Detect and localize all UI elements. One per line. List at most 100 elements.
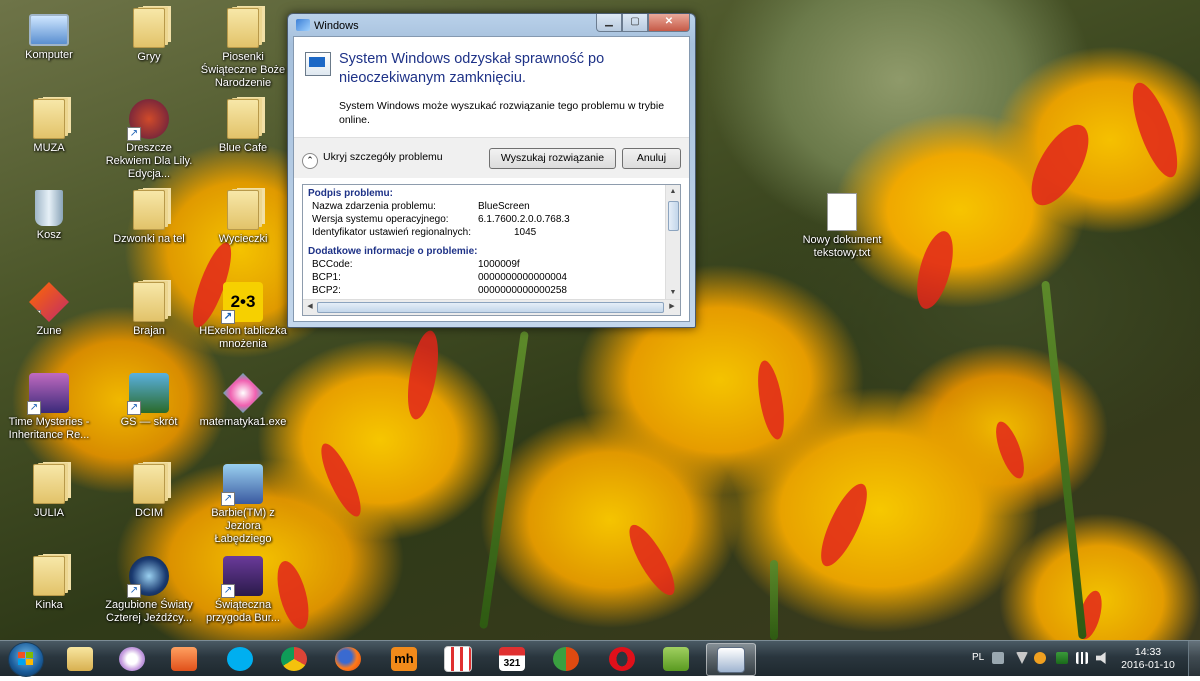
minimize-button[interactable]: ▁: [596, 14, 622, 32]
taskbar-firefox[interactable]: [324, 643, 372, 674]
desktop-icon-gs[interactable]: ↗ GS — skrót: [104, 373, 194, 429]
taskbar-explorer[interactable]: [56, 643, 104, 674]
detail-key: Wersja systemu operacyjnego:: [312, 214, 449, 225]
search-solution-button[interactable]: Wyszukaj rozwiązanie: [489, 148, 616, 169]
desktop-icon-zagubione[interactable]: ↗ Zagubione Światy Czterej Jeźdźcy...: [104, 556, 194, 625]
tulip-streak: [314, 439, 368, 521]
desktop-icon-label: Dzwonki na tel: [113, 233, 185, 245]
show-hidden-icons[interactable]: [1016, 652, 1028, 664]
desktop-icon-barbie[interactable]: ↗ Barbie(TM) z Jeziora Łabędziego: [198, 464, 288, 546]
taskbar-refresh-app[interactable]: [542, 643, 590, 674]
taskbar-active-window[interactable]: [706, 643, 756, 676]
maximize-button[interactable]: ▢: [622, 14, 648, 32]
toggle-details-button[interactable]: ⌃ Ukryj szczegóły problemu: [302, 151, 443, 169]
desktop-icon-label: Świąteczna przygoda Bur...: [206, 599, 280, 624]
system-clock[interactable]: 14:33 2016-01-10: [1118, 646, 1178, 672]
refresh-app-icon: [553, 646, 579, 671]
close-button[interactable]: ✕: [648, 14, 690, 32]
desktop-icon-label: JULIA: [34, 507, 64, 519]
desktop-icon-muza[interactable]: MUZA: [4, 99, 94, 155]
desktop-icon-blue-cafe[interactable]: Blue Cafe: [198, 99, 288, 155]
detail-key: Identyfikator ustawień regionalnych:: [312, 227, 471, 238]
main-instruction: System Windows odzyskał sprawność po nie…: [339, 51, 605, 86]
start-button[interactable]: [8, 642, 44, 677]
desktop-icon-julia[interactable]: JULIA: [4, 464, 94, 520]
taskbar-calendar[interactable]: 321: [488, 643, 536, 674]
desktop-icon-dcim[interactable]: DCIM: [104, 464, 194, 520]
desktop-icon-label: GS — skrót: [120, 416, 178, 428]
toggle-details-label: Ukryj szczegóły problemu: [323, 151, 443, 163]
desktop-icon-wycieczki[interactable]: Wycieczki: [198, 190, 288, 246]
desktop-icon-label: HExelon tabliczka mnożenia: [199, 325, 287, 350]
taskbar-itunes[interactable]: [108, 643, 156, 674]
action-center-flag-icon[interactable]: [1056, 652, 1068, 664]
folder-icon: [33, 556, 65, 596]
windows-recovery-dialog[interactable]: Windows ▁ ▢ ✕ System Windows odzyskał sp…: [287, 13, 696, 328]
tulip-stem: [479, 330, 529, 630]
scroll-up-icon[interactable]: ▲: [666, 185, 680, 198]
app-glyph-text: 2•3: [230, 292, 256, 311]
dialog-titlebar[interactable]: Windows: [296, 19, 359, 32]
taskbar-mh[interactable]: mh: [380, 643, 428, 674]
folder-icon: [227, 190, 259, 230]
desktop-icon-zune[interactable]: ↗ Zune: [4, 282, 94, 338]
network-signal-icon[interactable]: [1076, 652, 1088, 664]
scroll-left-icon[interactable]: ◀: [303, 300, 317, 313]
taskbar-media-monkey[interactable]: [652, 643, 700, 674]
taskbar-apps-grid[interactable]: [434, 643, 482, 674]
detail-row: BCP1: 0000000000000004: [308, 271, 670, 284]
detail-row: Wersja systemu operacyjnego: 6.1.7600.2.0…: [308, 213, 670, 226]
desktop-icon-label: Komputer: [25, 49, 73, 61]
desktop-icon-nowy-dokument[interactable]: Nowy dokument tekstowy.txt: [797, 193, 887, 260]
desktop-icon-gryy[interactable]: Gryy: [104, 8, 194, 64]
desktop-icon-time-mysteries[interactable]: ↗ Time Mysteries - Inheritance Re...: [4, 373, 94, 442]
language-indicator[interactable]: PL: [972, 652, 984, 663]
horizontal-scrollbar[interactable]: ◀ ▶: [303, 299, 680, 315]
detail-value: BlueScreen: [478, 201, 530, 212]
desktop-icon-label: Dreszcze Rekwiem Dla Lily. Edycja...: [105, 142, 193, 180]
logo-segment: [26, 659, 33, 665]
keyboard-icon[interactable]: [992, 652, 1004, 664]
desktop-icon-dzwonki[interactable]: Dzwonki na tel: [104, 190, 194, 246]
zune-shortcut-icon: ↗: [29, 282, 69, 322]
scroll-down-icon[interactable]: ▼: [666, 286, 680, 299]
taskbar-opera[interactable]: [598, 643, 646, 674]
desktop-icon-label: Kinka: [35, 599, 63, 611]
detail-value: 6.1.7600.2.0.0.768.3: [478, 214, 570, 225]
desktop-icon-label: Brajan: [133, 325, 165, 337]
cancel-button[interactable]: Anuluj: [622, 148, 681, 169]
chevron-up-icon: ⌃: [302, 153, 318, 169]
tulip-stem: [770, 560, 778, 640]
taskbar-skype[interactable]: [216, 643, 264, 674]
desktop-icon-kosz[interactable]: Kosz: [4, 190, 94, 242]
shortcut-arrow-icon: ↗: [127, 127, 141, 141]
volume-icon[interactable]: [1096, 652, 1106, 664]
desktop-icon-label: DCIM: [134, 507, 164, 519]
desktop-icon-komputer[interactable]: Komputer: [4, 8, 94, 62]
media-monkey-icon: [663, 646, 689, 671]
show-desktop-button[interactable]: [1188, 641, 1200, 676]
desktop-icon-label: MUZA: [33, 142, 65, 154]
problem-details-box[interactable]: Podpis problemu: Nazwa zdarzenia problem…: [302, 184, 681, 316]
desktop-icon-brajan[interactable]: Brajan: [104, 282, 194, 338]
tulip-streak: [910, 227, 960, 313]
taskbar-media-player[interactable]: [160, 643, 208, 674]
shortcut-arrow-icon: ↗: [127, 401, 141, 415]
desktop-icon-dreszcze[interactable]: ↗ Dreszcze Rekwiem Dla Lily. Edycja...: [104, 99, 194, 181]
desktop-icon-label: Zune: [36, 325, 62, 337]
recycle-bin-icon: [35, 190, 63, 226]
windows-logo-icon: [18, 652, 34, 666]
desktop-icon-swiateczna[interactable]: ↗ Świąteczna przygoda Bur...: [198, 556, 288, 625]
desktop-icon-matematyka[interactable]: matematyka1.exe: [198, 373, 288, 429]
avast-tray-icon[interactable]: [1034, 652, 1046, 664]
computer-icon: [29, 14, 69, 46]
desktop-icon-kinka[interactable]: Kinka: [4, 556, 94, 612]
scroll-thumb[interactable]: [317, 302, 664, 313]
desktop-icon-piosenki[interactable]: Piosenki Świąteczne Boże Narodzenie: [198, 8, 288, 90]
scroll-thumb[interactable]: [668, 201, 679, 231]
taskbar-chrome[interactable]: [270, 643, 318, 674]
firefox-icon: [335, 646, 361, 671]
desktop-icon-hexelon[interactable]: 2•3 ↗ HExelon tabliczka mnożenia: [198, 282, 288, 351]
scroll-right-icon[interactable]: ▶: [665, 300, 679, 313]
vertical-scrollbar[interactable]: ▲ ▼: [665, 185, 680, 299]
